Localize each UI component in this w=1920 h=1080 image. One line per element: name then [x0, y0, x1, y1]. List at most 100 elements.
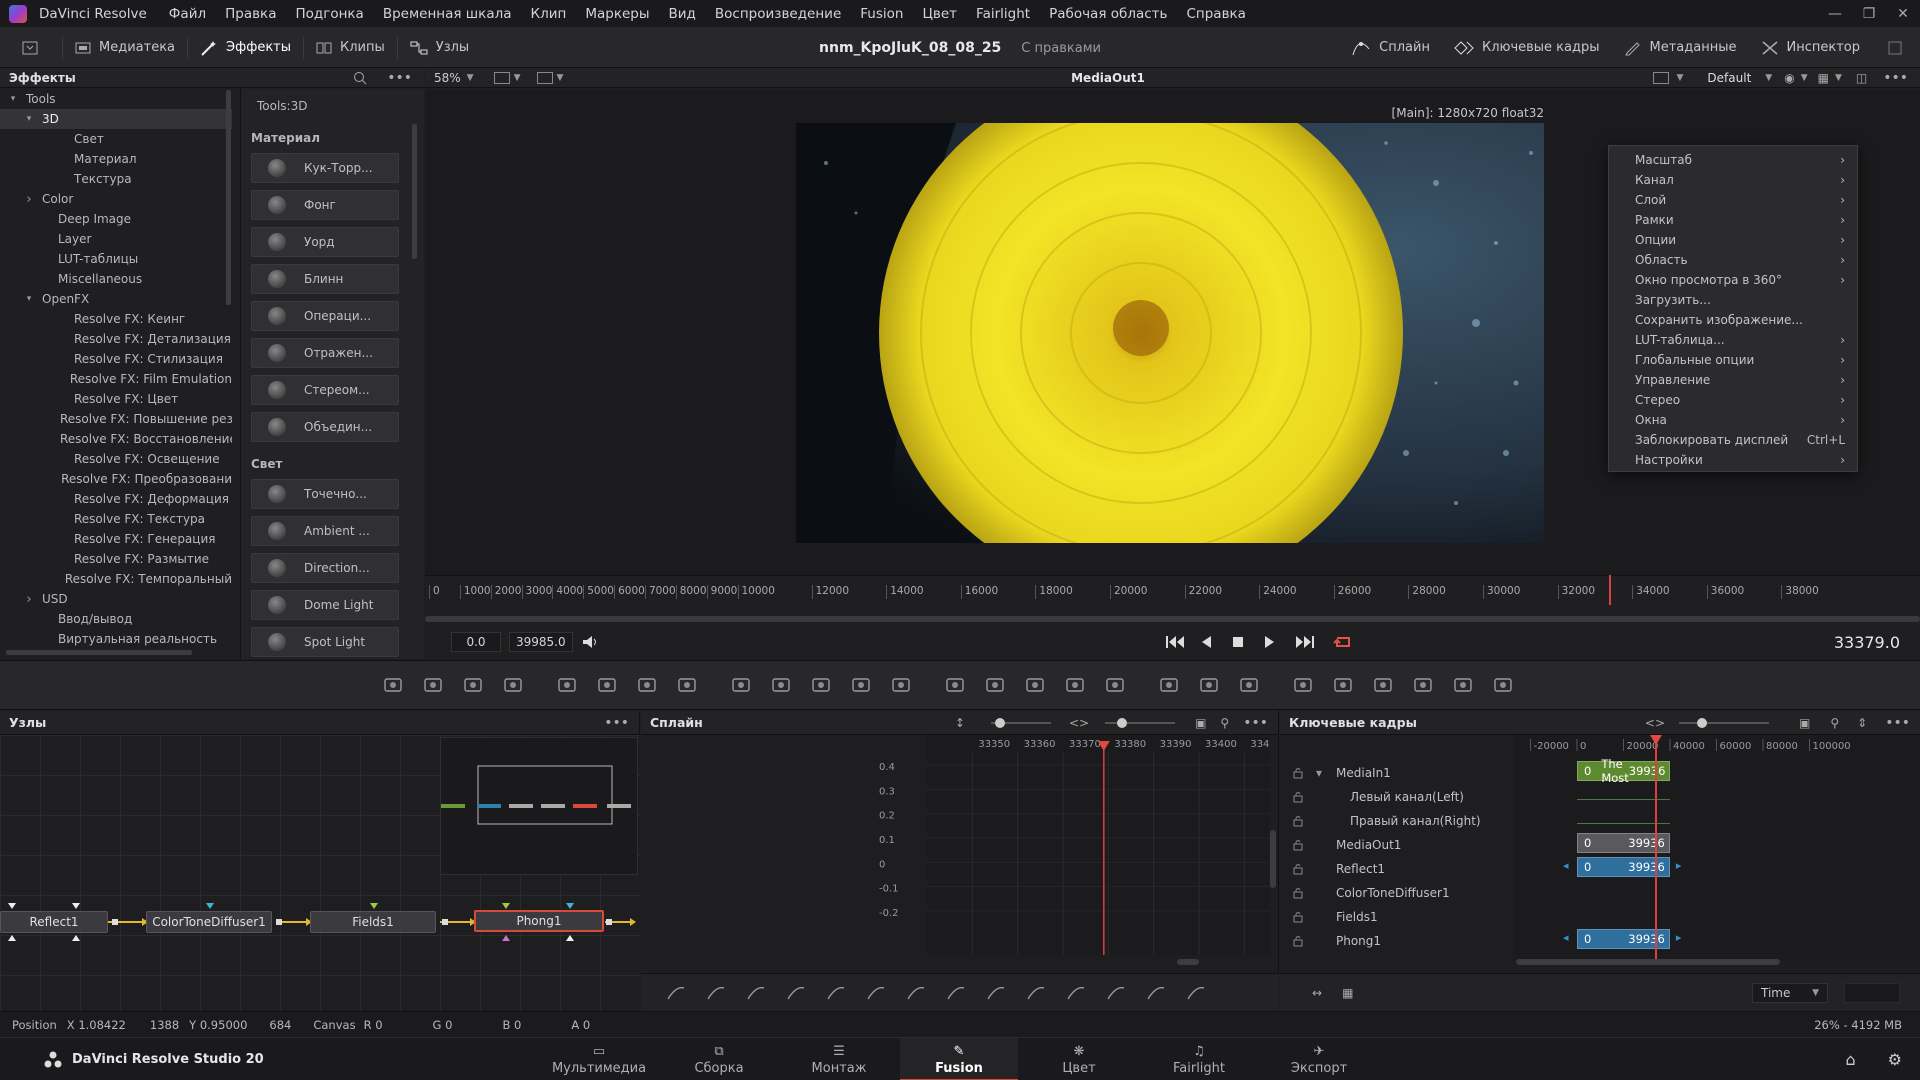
page-tab-цвет[interactable]: ❋ Цвет	[1020, 1038, 1138, 1080]
context-menu-item[interactable]: LUT-таблица... ›	[1609, 330, 1857, 350]
spline-fit-icon[interactable]: <>	[1069, 716, 1089, 730]
background-tool-icon[interactable]	[378, 670, 408, 700]
expand-arrow-icon[interactable]: ▾	[22, 114, 36, 124]
lock-icon[interactable]	[1292, 863, 1304, 875]
spread-spline-tool-icon[interactable]	[1101, 978, 1131, 1008]
time-mode-select[interactable]: Time ▼	[1752, 982, 1828, 1003]
keyframe-track-row[interactable]: MediaOut1	[1280, 833, 1512, 857]
resize-tool-icon[interactable]	[806, 670, 836, 700]
close-icon[interactable]: ✕	[1886, 6, 1920, 22]
color-dropdown-icon[interactable]: ▼	[1801, 73, 1808, 83]
play-reverse-icon[interactable]	[1199, 635, 1213, 649]
polygon-tool-icon[interactable]	[1060, 670, 1090, 700]
context-menu-item[interactable]: Слой ›	[1609, 190, 1857, 210]
panel-toggle-button[interactable]	[0, 28, 62, 68]
text-tool-icon[interactable]	[458, 670, 488, 700]
tree-item[interactable]: Resolve FX: Стилизация	[0, 349, 232, 369]
start-time-field[interactable]: 0.0	[451, 632, 501, 652]
nodes-button[interactable]: Узлы	[398, 28, 481, 68]
tool-button[interactable]: Ambient ...	[251, 516, 399, 546]
tree-item[interactable]: Ввод/вывод	[0, 609, 232, 629]
keyframes-playhead-handle[interactable]	[1649, 735, 1662, 745]
menu-item-8[interactable]: Fusion	[860, 6, 903, 22]
tree-horizontal-scrollbar[interactable]	[6, 650, 192, 655]
tree-item[interactable]: Resolve FX: Генерация	[0, 529, 232, 549]
context-menu-item[interactable]: Окна ›	[1609, 410, 1857, 430]
keyframes-table-icon[interactable]: ▦	[1342, 986, 1353, 1000]
zoom-select[interactable]: 58%	[434, 71, 461, 85]
roi-dropdown-icon[interactable]: ▼	[514, 73, 521, 83]
tool-button[interactable]: Объедин...	[251, 412, 399, 442]
preset-dropdown-icon[interactable]: ▼	[1765, 73, 1772, 83]
view-layout-icon[interactable]	[1652, 71, 1669, 84]
keyframe-track-row[interactable]: Левый канал(Left)	[1280, 785, 1512, 809]
keyframes-button[interactable]: Ключевые кадры	[1442, 28, 1612, 68]
transform-tool-icon[interactable]	[726, 670, 756, 700]
menu-item-11[interactable]: Рабочая область	[1049, 6, 1167, 22]
minimize-icon[interactable]: —	[1818, 6, 1852, 22]
tree-item[interactable]: › USD	[0, 589, 232, 609]
menu-item-12[interactable]: Справка	[1186, 6, 1245, 22]
tree-item[interactable]: Resolve FX: Цвет	[0, 389, 232, 409]
ellipse-tool-icon[interactable]	[1020, 670, 1050, 700]
scrub-bar[interactable]	[425, 616, 1920, 622]
keyframe-track-row[interactable]: Fields1	[1280, 905, 1512, 929]
node-minimap[interactable]	[440, 737, 638, 875]
linear-spline-tool-icon[interactable]	[701, 978, 731, 1008]
context-menu-item[interactable]: Заблокировать дисплей Ctrl+L	[1609, 430, 1857, 450]
menu-item-0[interactable]: Файл	[169, 6, 206, 22]
node-phong1[interactable]: Phong1	[474, 910, 604, 932]
menu-item-5[interactable]: Маркеры	[585, 6, 649, 22]
keyframe-next-icon[interactable]: ▸	[1676, 931, 1682, 944]
menu-item-4[interactable]: Клип	[531, 6, 567, 22]
fog-tool-icon[interactable]	[1448, 670, 1478, 700]
tree-item[interactable]: Материал	[0, 149, 232, 169]
lock-icon[interactable]	[1292, 791, 1304, 803]
merge-tool-icon[interactable]	[766, 670, 796, 700]
context-menu-item[interactable]: Глобальные опции ›	[1609, 350, 1857, 370]
tree-item[interactable]: Resolve FX: Film Emulation	[0, 369, 232, 389]
roi-icon[interactable]	[493, 71, 510, 84]
tree-item[interactable]: Resolve FX: Повышение рез	[0, 409, 232, 429]
keyframe-track-row[interactable]: Reflect1	[1280, 857, 1512, 881]
viewer-more-icon[interactable]: •••	[1883, 70, 1908, 86]
node-colortonediffuser1[interactable]: ColorToneDiffuser1	[146, 911, 272, 933]
reverse-spline-tool-icon[interactable]	[861, 978, 891, 1008]
tree-scrollbar[interactable]	[226, 90, 231, 305]
tree-item[interactable]: › Color	[0, 189, 232, 209]
spline-button[interactable]: Сплайн	[1339, 28, 1442, 68]
preset-select[interactable]: Default	[1707, 71, 1751, 85]
lock-icon[interactable]	[1292, 767, 1304, 779]
tree-item[interactable]: Resolve FX: Размытие	[0, 549, 232, 569]
lut-dropdown-icon[interactable]: ▼	[557, 73, 564, 83]
shape-box-spline-tool-icon[interactable]	[941, 978, 971, 1008]
tool-button[interactable]: Direction...	[251, 553, 399, 583]
context-menu-item[interactable]: Рамки ›	[1609, 210, 1857, 230]
step-out-spline-tool-icon[interactable]	[821, 978, 851, 1008]
tree-item[interactable]: ▾ Tools	[0, 89, 232, 109]
tree-item[interactable]: Виртуальная реальность	[0, 629, 232, 649]
context-menu-item[interactable]: Загрузить...	[1609, 290, 1857, 310]
lock-icon[interactable]	[1292, 911, 1304, 923]
spline-scrollbar[interactable]	[1270, 830, 1276, 888]
lock-icon[interactable]	[1292, 887, 1304, 899]
tree-item[interactable]: Resolve FX: Преобразовани	[0, 469, 232, 489]
metadata-button[interactable]: Метаданные	[1612, 28, 1749, 68]
add-point-spline-tool-icon[interactable]	[1061, 978, 1091, 1008]
spline-vertical-zoom-icon[interactable]: ↕	[955, 716, 965, 730]
expand-arrow-icon[interactable]: ▾	[6, 94, 20, 104]
tool-button[interactable]: Стереом...	[251, 375, 399, 405]
tool-button[interactable]: Dome Light	[251, 590, 399, 620]
nodes-more-icon[interactable]: •••	[604, 715, 629, 731]
keyframes-more-icon[interactable]: •••	[1885, 715, 1910, 731]
tools-scrollbar[interactable]	[412, 124, 417, 259]
shape3d-tool-icon[interactable]	[1328, 670, 1358, 700]
context-menu-item[interactable]: Опции ›	[1609, 230, 1857, 250]
tree-item[interactable]: LUT-таблицы	[0, 249, 232, 269]
go-to-start-icon[interactable]	[1165, 635, 1185, 649]
menu-item-2[interactable]: Подгонка	[295, 6, 363, 22]
menu-item-3[interactable]: Временная шкала	[383, 6, 512, 22]
more-options-icon[interactable]: •••	[387, 70, 412, 86]
tool-button[interactable]: Отражен...	[251, 338, 399, 368]
inspector-button[interactable]: Инспектор	[1749, 28, 1879, 68]
